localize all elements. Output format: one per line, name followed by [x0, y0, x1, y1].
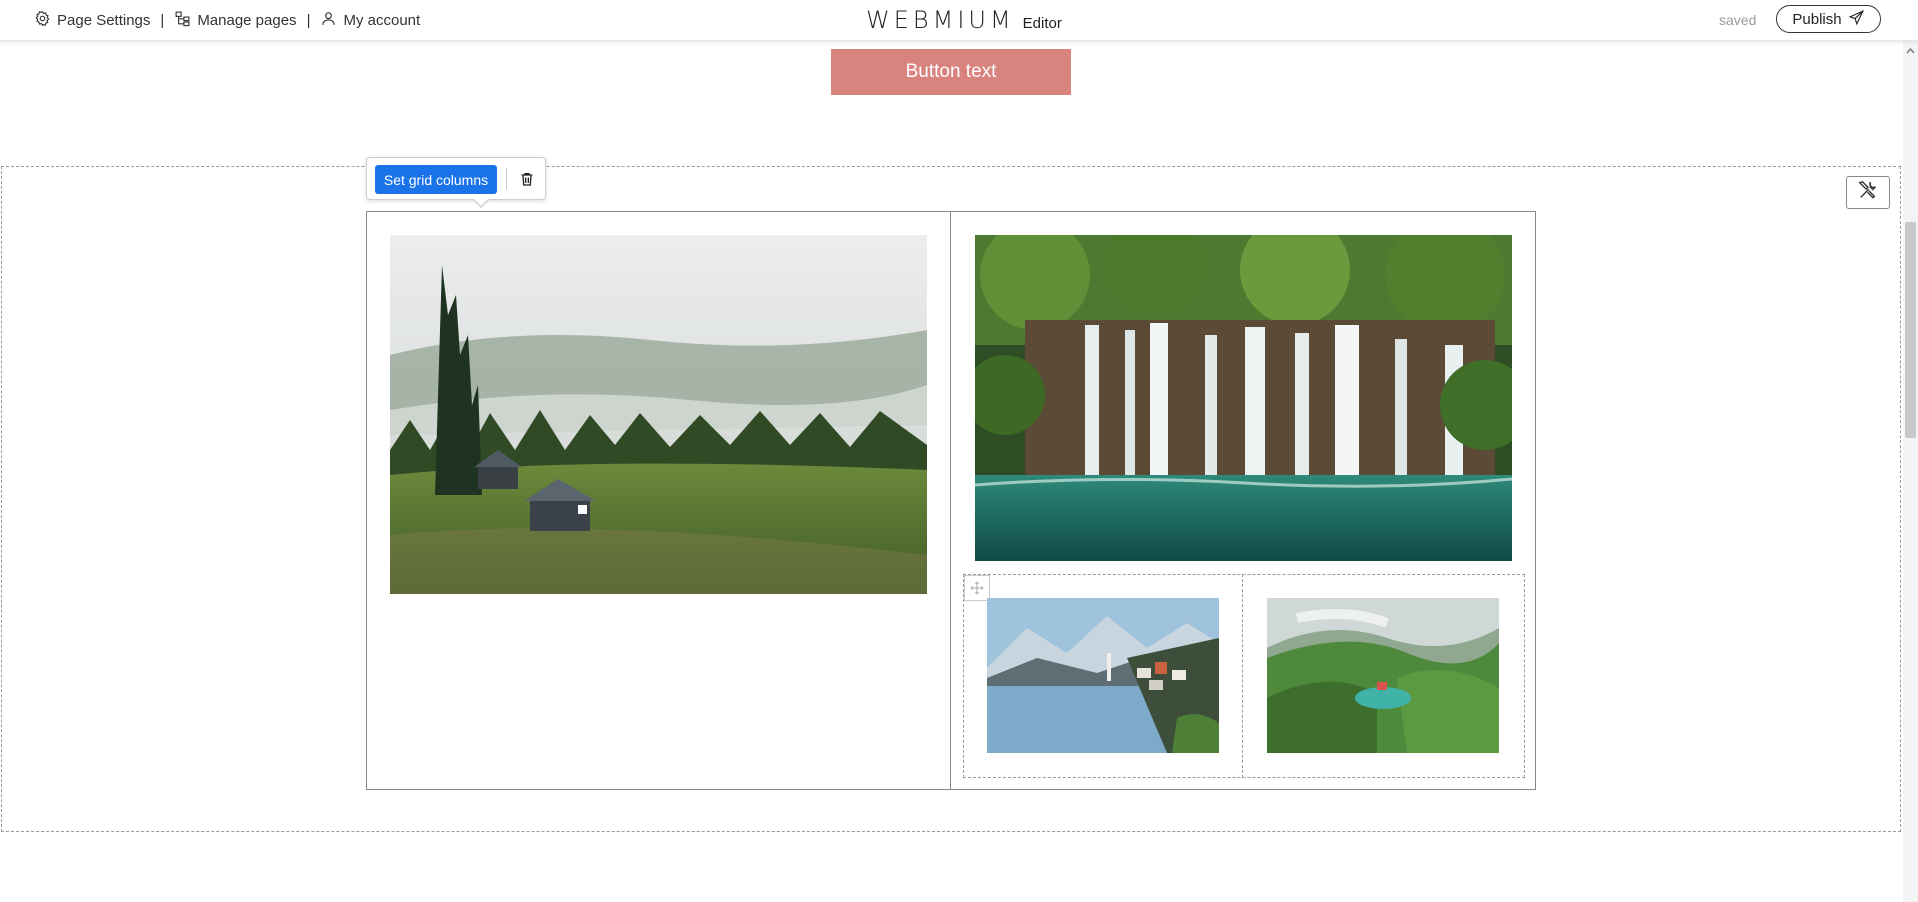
forest-cabin-image[interactable] [390, 235, 927, 594]
tools-icon [1857, 179, 1879, 206]
toolbar-divider [506, 168, 507, 190]
user-icon [320, 10, 337, 31]
gear-icon [34, 10, 51, 31]
brand: WEBMIUM Editor [866, 6, 1062, 34]
section-settings-button[interactable] [1846, 176, 1890, 209]
scrollbar-track[interactable] [1903, 40, 1918, 902]
nav-separator: | [160, 12, 165, 29]
my-account-link[interactable]: My account [320, 10, 420, 31]
manage-pages-label: Manage pages [197, 12, 297, 29]
nested-grid-divider [1242, 574, 1243, 778]
save-status: saved [1719, 12, 1757, 28]
scroll-up-arrow-icon[interactable] [1905, 43, 1916, 54]
page-settings-link[interactable]: Page Settings [34, 10, 150, 31]
sitemap-icon [174, 10, 191, 31]
publish-label: Publish [1792, 10, 1842, 28]
top-nav: Page Settings | Manage pages | My accoun… [34, 10, 420, 31]
scrollbar-thumb[interactable] [1905, 222, 1916, 438]
waterfall-image[interactable] [975, 235, 1512, 561]
lake-village-image[interactable] [987, 598, 1219, 753]
grid-column-divider [950, 211, 951, 790]
set-grid-columns-button[interactable]: Set grid columns [375, 165, 497, 194]
brand-subtitle: Editor [1022, 15, 1062, 32]
toolbar-caret-inner [474, 199, 488, 206]
editor-toolbar: Page Settings | Manage pages | My accoun… [0, 0, 1918, 41]
manage-pages-link[interactable]: Manage pages [174, 10, 297, 31]
brand-logo: WEBMIUM [866, 6, 1015, 34]
trash-icon[interactable] [515, 167, 539, 191]
nav-separator: | [306, 12, 311, 29]
send-icon [1848, 9, 1865, 30]
publish-button[interactable]: Publish [1776, 5, 1881, 33]
mountain-valley-image[interactable] [1267, 598, 1499, 753]
cta-button[interactable]: Button text [831, 49, 1071, 95]
my-account-label: My account [343, 12, 421, 29]
grid-toolbar: Set grid columns [366, 157, 546, 208]
page-settings-label: Page Settings [57, 12, 151, 29]
